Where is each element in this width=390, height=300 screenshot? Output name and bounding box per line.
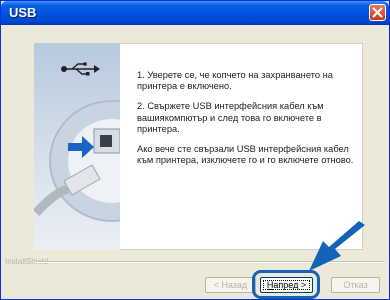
step-2-text: 2. Свържете USB интерфейсния кабел към в… (137, 101, 324, 134)
close-button[interactable] (369, 4, 386, 21)
usb-symbol-icon (61, 62, 100, 76)
pointer-arrow-icon (309, 221, 365, 271)
step-1-text: 1. Уверете се, че копчето на захранванет… (137, 70, 333, 92)
content-panel: 1. Уверете се, че копчето на захранванет… (34, 43, 363, 250)
note-text: Ако вече сте свързали USB интерфейсния к… (137, 144, 354, 166)
dialog-window: USB 1. Уверете се, че копчето на захранв… (0, 0, 390, 300)
window-title: USB (9, 5, 37, 20)
usb-illustration (34, 43, 120, 250)
title-bar[interactable]: USB (1, 1, 389, 25)
cancel-button[interactable]: Отказ (331, 277, 380, 293)
instructions-text: 1. Уверете се, че копчето на захранванет… (137, 70, 359, 175)
close-icon (372, 7, 383, 18)
back-button[interactable]: < Назад (205, 277, 256, 293)
